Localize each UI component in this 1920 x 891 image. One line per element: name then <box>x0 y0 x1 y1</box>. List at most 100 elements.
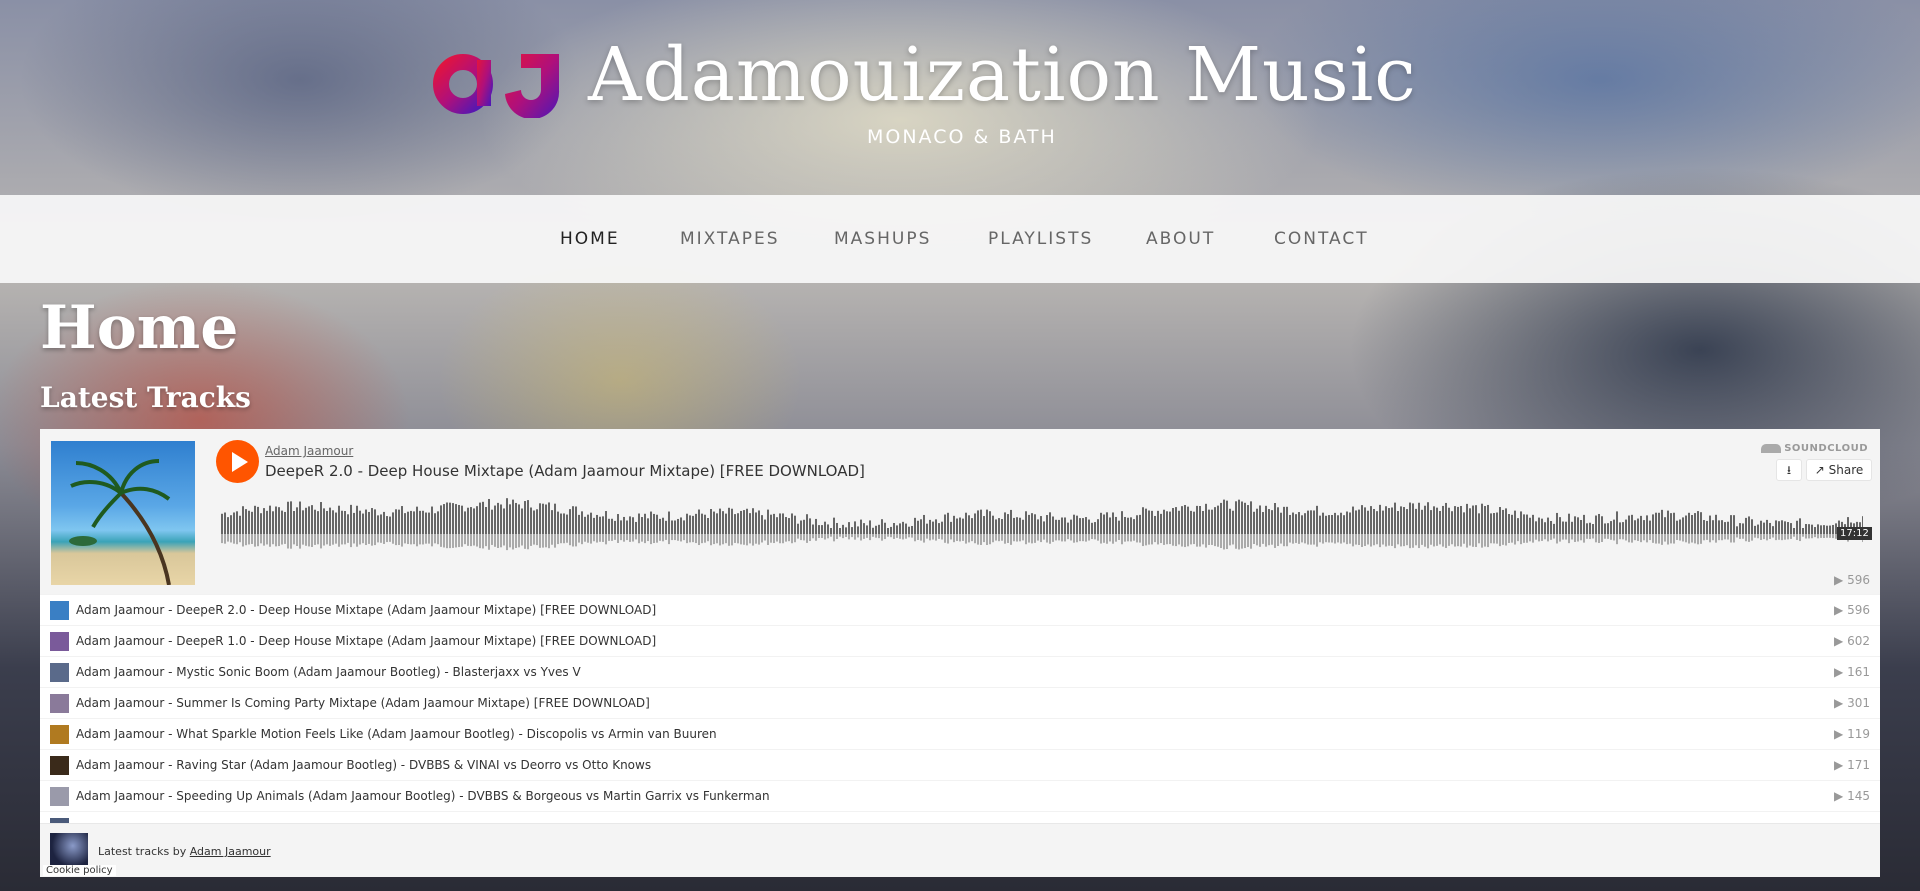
waveform-bar <box>878 524 880 534</box>
track-artwork[interactable] <box>51 441 195 585</box>
waveform-bar <box>221 513 223 534</box>
track-row-plays-value: 171 <box>1847 758 1870 772</box>
soundcloud-logo[interactable]: SOUNDCLOUD <box>1761 443 1868 454</box>
waveform-bar <box>809 518 811 534</box>
waveform-bar <box>1604 523 1606 534</box>
waveform-reflection <box>1103 534 1105 543</box>
waveform-reflection <box>680 534 682 542</box>
waveform-bar <box>1583 514 1585 534</box>
waveform-bar <box>1631 514 1633 534</box>
waveform-bar <box>620 520 622 534</box>
waveform-bar <box>230 515 232 534</box>
waveform-bar <box>542 503 544 534</box>
waveform-reflection <box>968 534 970 543</box>
footer-artist-link[interactable]: Adam Jaamour <box>190 845 271 858</box>
waveform-bar <box>701 513 703 534</box>
waveform-reflection <box>1631 534 1633 543</box>
waveform-bar <box>887 528 889 534</box>
waveform-bar <box>1001 519 1003 534</box>
waveform-bar <box>1112 512 1114 534</box>
nav-home[interactable]: HOME <box>560 229 620 249</box>
waveform-reflection <box>992 534 994 543</box>
waveform-reflection <box>1259 534 1261 547</box>
waveform-reflection <box>524 534 526 549</box>
track-row[interactable]: Adam Jaamour - What Sparkle Motion Feels… <box>40 718 1880 749</box>
waveform-bar <box>1370 506 1372 534</box>
play-count-value: 596 <box>1847 573 1870 587</box>
track-row-plays: ▶ 119 <box>1834 727 1870 741</box>
waveform-reflection <box>326 534 328 545</box>
waveform-reflection <box>1457 534 1459 547</box>
waveform-reflection <box>1478 534 1480 544</box>
waveform-reflection <box>749 534 751 544</box>
waveform-bar <box>335 512 337 534</box>
track-row[interactable]: Adam Jaamour - Summer Is Coming Party Mi… <box>40 687 1880 718</box>
waveform-bar <box>1475 505 1477 534</box>
waveform-reflection <box>392 534 394 544</box>
waveform-bar <box>791 513 793 534</box>
track-row[interactable]: Adam Jaamour - Mystic Sonic Boom (Adam J… <box>40 656 1880 687</box>
waveform-reflection <box>971 534 973 542</box>
waveform-reflection <box>1034 534 1036 543</box>
nav-about[interactable]: ABOUT <box>1146 229 1215 249</box>
waveform-reflection <box>1406 534 1408 546</box>
waveform-reflection <box>227 534 229 542</box>
waveform-reflection <box>1778 534 1780 540</box>
nav-mixtapes[interactable]: MIXTAPES <box>680 229 780 249</box>
waveform-reflection <box>1772 534 1774 538</box>
waveform-reflection <box>590 534 592 544</box>
waveform-reflection <box>1142 534 1144 547</box>
artist-link[interactable]: Adam Jaamour <box>265 444 353 458</box>
nav-mashups[interactable]: MASHUPS <box>834 229 931 249</box>
waveform-bar <box>1169 511 1171 534</box>
waveform-bar <box>1805 524 1807 534</box>
waveform-reflection <box>1565 534 1567 540</box>
play-count-icon: ▶ <box>1834 603 1848 617</box>
share-button[interactable]: ↗ Share <box>1806 459 1872 481</box>
play-button[interactable] <box>216 440 259 483</box>
track-row[interactable]: Adam Jaamour - DeepeR 1.0 - Deep House M… <box>40 625 1880 656</box>
track-row-plays-value: 602 <box>1847 634 1870 648</box>
waveform-reflection <box>953 534 955 543</box>
nav-contact[interactable]: CONTACT <box>1274 229 1369 249</box>
waveform-reflection <box>944 534 946 543</box>
waveform-bar <box>275 506 277 534</box>
waveform-bar <box>1673 512 1675 534</box>
waveform-bar <box>818 525 820 534</box>
waveform-reflection <box>302 534 304 545</box>
artist-avatar[interactable] <box>50 833 88 865</box>
waveform-reflection <box>1532 534 1534 543</box>
waveform-bar <box>1007 514 1009 534</box>
waveform-reflection <box>437 534 439 545</box>
waveform-bar <box>461 505 463 534</box>
waveform-reflection <box>764 534 766 541</box>
nav-playlists[interactable]: PLAYLISTS <box>988 229 1093 249</box>
cookie-policy-link[interactable]: Cookie policy <box>43 865 116 876</box>
waveform-reflection <box>1505 534 1507 546</box>
waveform[interactable] <box>221 496 1863 556</box>
waveform-reflection <box>872 534 874 537</box>
waveform-bar <box>977 510 979 534</box>
waveform-reflection <box>1823 534 1825 538</box>
waveform-reflection <box>1289 534 1291 543</box>
waveform-bar <box>1010 509 1012 534</box>
waveform-bar <box>1541 518 1543 534</box>
waveform-reflection <box>1052 534 1054 542</box>
waveform-bar <box>419 510 421 534</box>
waveform-bar <box>869 520 871 534</box>
track-row[interactable] <box>40 811 1880 823</box>
track-row[interactable]: Adam Jaamour - DeepeR 2.0 - Deep House M… <box>40 594 1880 625</box>
track-row[interactable]: Adam Jaamour - Raving Star (Adam Jaamour… <box>40 749 1880 780</box>
waveform-reflection <box>386 534 388 543</box>
waveform-reflection <box>242 534 244 547</box>
waveform-bar <box>1163 509 1165 534</box>
track-thumbnail <box>50 601 69 620</box>
waveform-reflection <box>1178 534 1180 545</box>
download-button[interactable]: ⭳ <box>1776 459 1802 481</box>
waveform-bar <box>653 513 655 534</box>
waveform-reflection <box>1664 534 1666 542</box>
waveform-reflection <box>1067 534 1069 540</box>
track-row[interactable]: Adam Jaamour - Speeding Up Animals (Adam… <box>40 780 1880 811</box>
site-logo[interactable] <box>433 46 563 118</box>
waveform-bar <box>836 522 838 534</box>
